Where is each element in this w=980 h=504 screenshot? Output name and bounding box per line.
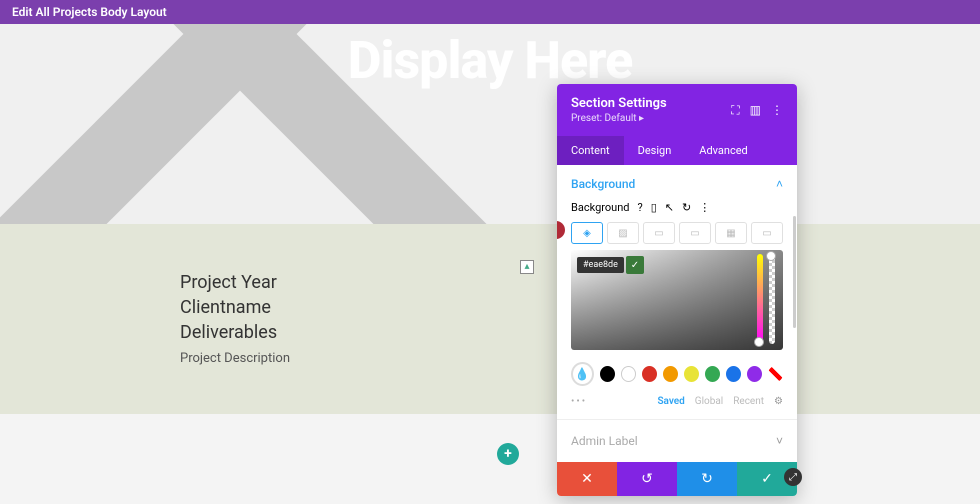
- bg-tab-image[interactable]: ▭: [643, 222, 675, 244]
- swatch[interactable]: [600, 366, 615, 382]
- broken-image-icon: ▴: [520, 260, 534, 274]
- bg-tab-gradient[interactable]: ▨: [607, 222, 639, 244]
- more-icon[interactable]: ⋮: [699, 201, 710, 214]
- section-label[interactable]: Background: [571, 177, 635, 191]
- hue-slider[interactable]: [757, 254, 763, 344]
- hover-icon[interactable]: ↖: [665, 201, 674, 214]
- chevron-down-icon[interactable]: ˅: [776, 434, 783, 448]
- palette-saved[interactable]: Saved: [657, 396, 684, 407]
- redo-button[interactable]: ↻: [677, 462, 737, 496]
- panel-header[interactable]: Section Settings Preset: Default ▸ ⛶ ▥ ⋮: [557, 84, 797, 136]
- hero-heading: Display Here: [0, 24, 980, 91]
- swatch-row: 💧: [571, 362, 783, 386]
- top-bar: Edit All Projects Body Layout: [0, 0, 980, 24]
- tab-design[interactable]: Design: [624, 136, 686, 165]
- more-icon[interactable]: ⋮: [771, 103, 783, 117]
- bg-tab-video[interactable]: ▭: [679, 222, 711, 244]
- alpha-slider[interactable]: [769, 254, 775, 344]
- confirm-color-button[interactable]: ✓: [626, 256, 644, 274]
- panel-title: Section Settings: [571, 96, 721, 111]
- background-type-tabs: ◈ ▨ ▭ ▭ ▦ ▭: [571, 222, 783, 244]
- bg-tab-mask[interactable]: ▭: [751, 222, 783, 244]
- panel-resize-handle[interactable]: ⤢: [784, 468, 802, 486]
- eyedropper-icon[interactable]: 💧: [571, 362, 594, 386]
- admin-label-text: Admin Label: [571, 434, 638, 448]
- help-icon[interactable]: ?: [637, 201, 642, 214]
- background-field-label: Background: [571, 201, 629, 214]
- step-badge: 1: [557, 221, 565, 239]
- below-section: [0, 414, 980, 474]
- swatch[interactable]: [726, 366, 741, 382]
- panel-tabs: Content Design Advanced: [557, 136, 797, 165]
- admin-label-section[interactable]: Admin Label ˅: [557, 419, 797, 462]
- swatch[interactable]: [684, 366, 699, 382]
- expand-icon[interactable]: ⛶: [731, 103, 739, 118]
- hex-input[interactable]: #eae8de: [577, 257, 624, 273]
- more-dots-icon[interactable]: •••: [571, 396, 647, 407]
- panel-footer: ✕ ↺ ↻ ✓: [557, 462, 797, 496]
- bg-tab-pattern[interactable]: ▦: [715, 222, 747, 244]
- swatch[interactable]: [747, 366, 762, 382]
- chevron-up-icon[interactable]: ˄: [776, 177, 783, 191]
- project-content: Project Year Clientname Deliverables Pro…: [0, 224, 980, 414]
- top-bar-title: Edit All Projects Body Layout: [12, 5, 167, 19]
- panel-scrollbar[interactable]: [793, 216, 796, 328]
- swatch-transparent[interactable]: [768, 366, 783, 382]
- undo-button[interactable]: ↺: [617, 462, 677, 496]
- tab-content[interactable]: Content: [557, 136, 624, 165]
- responsive-icon[interactable]: ▯: [651, 201, 657, 214]
- reset-icon[interactable]: ↻: [682, 201, 691, 214]
- settings-panel: Section Settings Preset: Default ▸ ⛶ ▥ ⋮…: [557, 84, 797, 496]
- hero-section: Display Here: [0, 24, 980, 224]
- panel-preset[interactable]: Preset: Default ▸: [571, 113, 721, 124]
- swatch[interactable]: [642, 366, 657, 382]
- swatch[interactable]: [621, 366, 636, 382]
- background-section: 1 Background ˄ Background ? ▯ ↖ ↻ ⋮ ◈ ▨ …: [557, 165, 797, 419]
- swatch[interactable]: [663, 366, 678, 382]
- bg-tab-color[interactable]: ◈: [571, 222, 603, 244]
- gear-icon[interactable]: ⚙: [774, 396, 783, 407]
- palette-recent[interactable]: Recent: [733, 396, 764, 407]
- color-picker-canvas[interactable]: #eae8de ✓: [571, 250, 783, 350]
- palette-global[interactable]: Global: [695, 396, 723, 407]
- add-section-button[interactable]: +: [497, 443, 519, 465]
- swatch[interactable]: [705, 366, 720, 382]
- cancel-button[interactable]: ✕: [557, 462, 617, 496]
- snap-icon[interactable]: ▥: [750, 103, 761, 117]
- tab-advanced[interactable]: Advanced: [685, 136, 761, 165]
